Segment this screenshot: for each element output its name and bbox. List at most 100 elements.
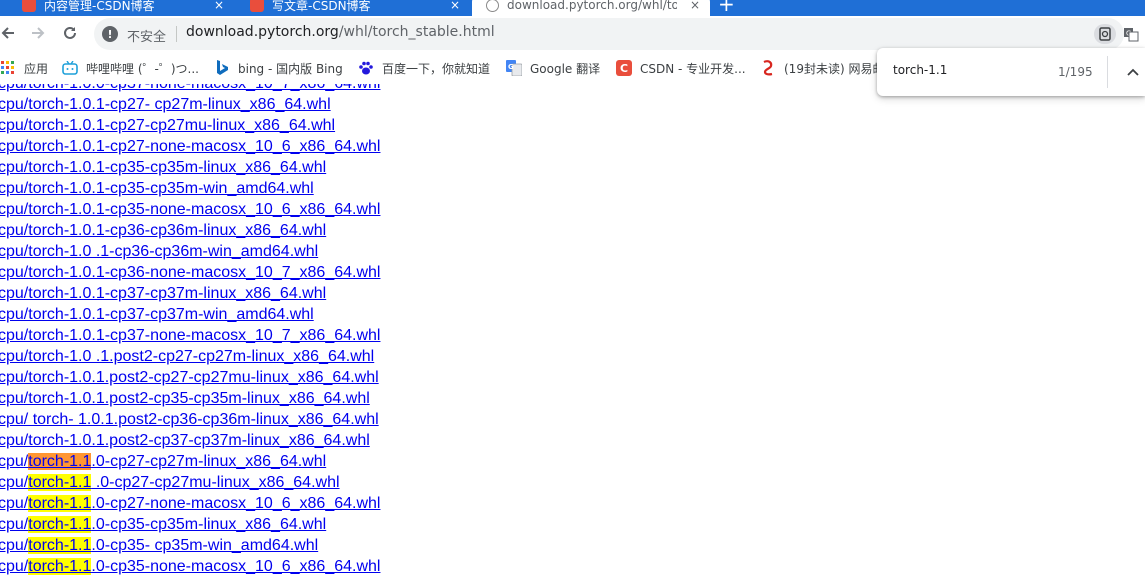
bookmark-label: 百度一下，你就知道 <box>382 61 491 76</box>
tab-close-icon[interactable]: × <box>690 0 700 12</box>
wheel-link[interactable]: cpu/torch-1.0.1-cp37-cp37m-win_amd64.whl <box>0 306 314 323</box>
tab-csdn-write-article[interactable]: 写文章-CSDN博客 × <box>236 0 470 16</box>
wheel-link[interactable]: cpu/torch-1.1.0-cp35- cp35m-win_amd64.wh… <box>0 537 318 554</box>
wheel-link[interactable]: cpu/torch-1.0.1-cp37-cp37m-linux_x86_64.… <box>0 285 326 302</box>
wheel-link[interactable]: cpu/torch-1.1.0-cp35-none-macosx_10_6_x8… <box>0 558 380 575</box>
list-item: cpu/torch-1.0.1-cp35-cp35m-linux_x86_64.… <box>0 157 380 178</box>
wheel-link[interactable]: cpu/torch-1.1.0-cp27-none-macosx_10_6_x8… <box>0 495 380 512</box>
csdn-favicon-icon <box>250 0 264 12</box>
csdn-favicon-icon <box>22 0 36 12</box>
url-text[interactable]: download.pytorch.org/whl/torch_stable.ht… <box>186 24 495 40</box>
link-text: cpu/torch-1.0 .1.post2-cp27-cp27m-linux_… <box>0 348 375 365</box>
wheel-link[interactable]: cpu/torch-1.0.1.post2-cp35-cp35m-linux_x… <box>0 390 370 407</box>
bookmark-apps[interactable]: 应用 <box>0 59 48 77</box>
bookmark-label: 应用 <box>24 61 49 76</box>
wheel-link[interactable]: cpu/ torch- 1.0.1.post2-cp36-cp36m-linux… <box>0 411 379 428</box>
wheel-link-list: cpu/torch-1.0.0-cp37-none-macosx_10_7_x8… <box>0 84 380 576</box>
link-text: cpu/torch-1.0.1.post2-cp27-cp27mu-linux_… <box>0 369 379 386</box>
find-previous-chevron-up-icon[interactable] <box>1123 62 1143 82</box>
link-text: cpu/torch-1.0.1-cp37-none-macosx_10_7_x8… <box>0 327 381 344</box>
link-text: cpu/torch-1.0.1.post2-cp35-cp35m-linux_x… <box>0 390 370 407</box>
bookmark-google-translate[interactable]: G Google 翻译 <box>506 59 600 77</box>
list-item: cpu/torch-1.0.1-cp27- cp27m-linux_x86_64… <box>0 94 380 115</box>
list-item: cpu/torch-1.0.1-cp37-none-macosx_10_7_x8… <box>0 325 380 346</box>
list-item: cpu/torch-1.0.1-cp27-cp27mu-linux_x86_64… <box>0 115 380 136</box>
bookmark-csdn[interactable]: C CSDN - 专业开发... <box>616 59 746 77</box>
tab-title: 内容管理-CSDN博客 <box>44 0 155 13</box>
wheel-link[interactable]: cpu/torch-1.0.1-cp35-none-macosx_10_6_x8… <box>0 201 380 218</box>
new-tab-icon[interactable]: + <box>718 0 735 16</box>
link-text: cpu/torch-1.0.1-cp36-cp36m-linux_x86_64.… <box>0 222 327 239</box>
back-arrow-icon[interactable] <box>0 21 20 45</box>
link-text-suffix: .0-cp27-cp27mu-linux_x86_64.whl <box>91 474 340 491</box>
list-item: cpu/torch-1.0.1-cp35-cp35m-win_amd64.whl <box>0 178 380 199</box>
link-text: cpu/ <box>0 474 29 491</box>
list-item: cpu/torch-1.0 .1.post2-cp27-cp27m-linux_… <box>0 346 380 367</box>
bookmark-label: Google 翻译 <box>530 61 601 76</box>
bookmark-label: CSDN - 专业开发... <box>640 61 746 76</box>
address-divider <box>176 26 177 42</box>
find-match-count: 1/195 <box>1058 65 1093 79</box>
list-item: cpu/torch-1.0.1-cp36-cp36m-linux_x86_64.… <box>0 220 380 241</box>
find-active-match-highlight: torch-1.1 <box>28 453 92 470</box>
tab-close-icon[interactable]: × <box>450 0 460 12</box>
find-match-highlight: torch-1.1 <box>28 474 92 491</box>
tab-csdn-content-manage[interactable]: 内容管理-CSDN博客 × <box>8 0 234 16</box>
list-item: cpu/torch-1.0.1.post2-cp27-cp27mu-linux_… <box>0 367 380 388</box>
link-text: cpu/torch-1.0.1-cp35-cp35m-linux_x86_64.… <box>0 159 327 176</box>
address-bar[interactable]: ! 不安全 download.pytorch.org/whl/torch_sta… <box>94 18 1139 50</box>
wheel-link[interactable]: cpu/torch-1.0.1-cp27- cp27m-linux_x86_64… <box>0 96 331 113</box>
tab-title: download.pytorch.org/whl/torch_stable.ht… <box>507 0 677 12</box>
bookmark-netease-mail[interactable]: (19封未读) 网易邮 <box>760 59 884 77</box>
link-text: cpu/ <box>0 558 29 575</box>
tab-close-icon[interactable]: × <box>214 0 224 12</box>
wheel-link[interactable]: cpu/torch-1.0.1-cp27-cp27mu-linux_x86_64… <box>0 117 335 134</box>
not-secure-icon[interactable]: ! <box>102 26 118 42</box>
list-item: cpu/torch-1.0.1.post2-cp35-cp35m-linux_x… <box>0 388 380 409</box>
list-item: cpu/ torch- 1.0.1.post2-cp36-cp36m-linux… <box>0 409 380 430</box>
link-text: cpu/torch-1.0 .1-cp36-cp36m-win_amd64.wh… <box>0 243 319 260</box>
link-text-suffix: .0-cp35-cp35m-linux_x86_64.whl <box>91 516 327 533</box>
forward-arrow-icon[interactable] <box>26 21 50 45</box>
wheel-link[interactable]: cpu/torch-1.0.1-cp36-cp36m-linux_x86_64.… <box>0 222 326 239</box>
link-text: cpu/torch-1.0.1.post2-cp37-cp37m-linux_x… <box>0 432 370 449</box>
list-item: cpu/torch-1.1.0-cp27-cp27m-linux_x86_64.… <box>0 451 380 472</box>
bookmark-bing[interactable]: bing - 国内版 Bing <box>214 59 343 77</box>
csdn-icon: C <box>616 60 632 76</box>
baidu-icon <box>358 60 374 76</box>
list-item: cpu/torch-1.0.1-cp37-cp37m-linux_x86_64.… <box>0 283 380 304</box>
bookmark-label: bing - 国内版 Bing <box>238 61 343 76</box>
link-text: cpu/torch-1.0.1-cp35-cp35m-win_amd64.whl <box>0 180 314 197</box>
wheel-link[interactable]: cpu/torch-1.0.1-cp36-none-macosx_10_7_x8… <box>0 264 380 281</box>
wheel-link[interactable]: cpu/torch-1.0.1-cp35-cp35m-linux_x86_64.… <box>0 159 326 176</box>
wheel-link[interactable]: cpu/torch-1.0.1-cp35-cp35m-win_amd64.whl <box>0 180 314 197</box>
url-host: download.pytorch.org <box>186 24 339 40</box>
list-item: cpu/torch-1.1.0-cp27-none-macosx_10_6_x8… <box>0 493 380 514</box>
bookmark-bilibili[interactable]: 哔哩哔哩 (゜-゜)つ... <box>62 59 199 77</box>
wheel-link[interactable]: cpu/torch-1.0.1-cp27-none-macosx_10_6_x8… <box>0 138 380 155</box>
wheel-link[interactable]: cpu/torch-1.0.1.post2-cp27-cp27mu-linux_… <box>0 369 379 386</box>
tab-strip: 内容管理-CSDN博客 × 写文章-CSDN博客 × download.pyto… <box>0 0 1145 16</box>
wheel-link[interactable]: cpu/torch-1.1.0-cp35-cp35m-linux_x86_64.… <box>0 516 326 533</box>
reload-icon[interactable] <box>58 21 82 45</box>
link-text: cpu/ <box>0 453 29 470</box>
bing-icon <box>214 60 230 76</box>
wheel-link[interactable]: cpu/torch-1.0.1-cp37-none-macosx_10_7_x8… <box>0 327 380 344</box>
find-in-page-icon[interactable] <box>1094 24 1116 44</box>
wheel-link[interactable]: cpu/torch-1.1.0-cp27-cp27m-linux_x86_64.… <box>0 453 326 470</box>
url-path: /whl/torch_stable.html <box>338 24 495 40</box>
bookmark-baidu[interactable]: 百度一下，你就知道 <box>358 59 490 77</box>
wheel-link[interactable]: cpu/torch-1.0 .1.post2-cp27-cp27m-linux_… <box>0 348 374 365</box>
wheel-link[interactable]: cpu/torch-1.0 .1-cp36-cp36m-win_amd64.wh… <box>0 243 318 260</box>
wheel-link[interactable]: cpu/torch-1.0.1.post2-cp37-cp37m-linux_x… <box>0 432 370 449</box>
tab-torch-stable[interactable]: download.pytorch.org/whl/torch_stable.ht… <box>472 0 710 16</box>
wheel-link[interactable]: cpu/torch-1.1 .0-cp27-cp27mu-linux_x86_6… <box>0 474 340 491</box>
list-item: cpu/torch-1.0.1-cp36-none-macosx_10_7_x8… <box>0 262 380 283</box>
wheel-link[interactable]: cpu/torch-1.0.0-cp37-none-macosx_10_7_x8… <box>0 84 380 92</box>
translate-page-icon[interactable]: G <box>1120 24 1142 44</box>
not-secure-label[interactable]: 不安全 <box>127 26 166 45</box>
list-item: cpu/torch-1.1 .0-cp27-cp27mu-linux_x86_6… <box>0 472 380 493</box>
list-item: cpu/torch-1.0.0-cp37-none-macosx_10_7_x8… <box>0 84 380 94</box>
find-input[interactable] <box>893 63 1043 77</box>
link-text: cpu/torch-1.0.0-cp37-none-macosx_10_7_x8… <box>0 84 380 92</box>
